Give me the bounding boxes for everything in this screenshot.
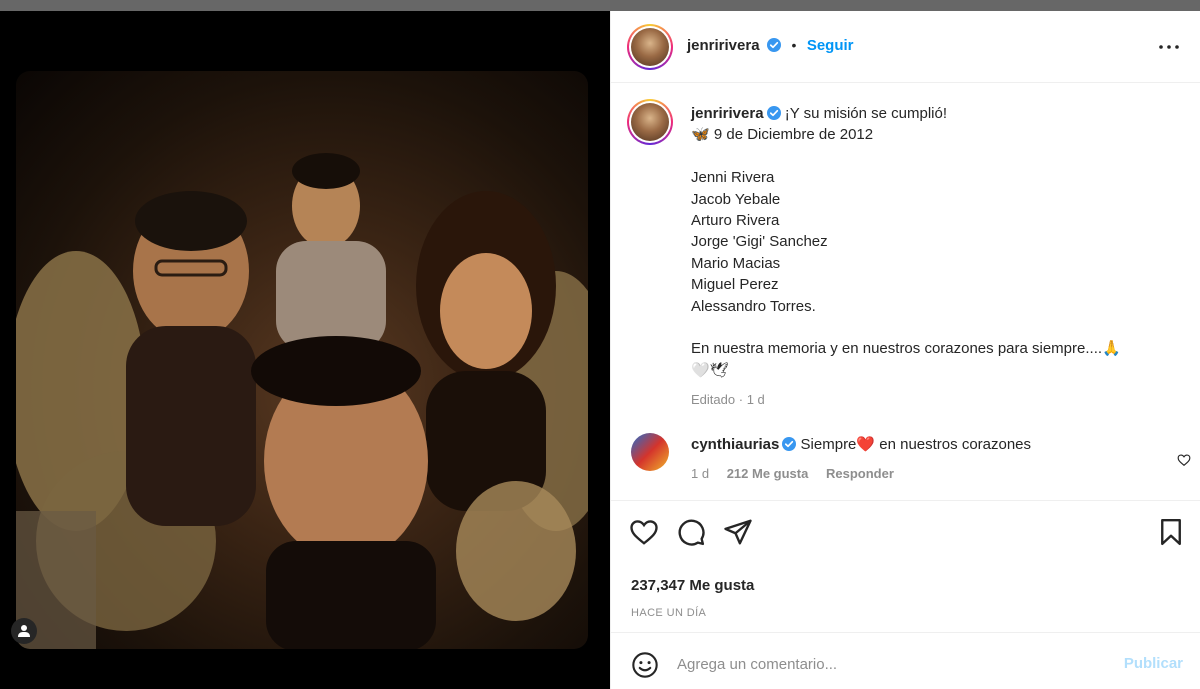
save-bookmark-icon[interactable] [1156,517,1186,547]
heart-emoji-icon: ❤️ [856,436,876,453]
person-icon [18,625,30,637]
caption-line-1: 🦋 9 de Diciembre de 2012 [691,126,874,144]
comment-likes[interactable]: 212 Me gusta [727,466,809,481]
caption-text: jenririvera ¡Y su misión se cumplió! 🦋 9… [691,103,1191,411]
emoji-icon[interactable] [631,651,659,679]
post-time[interactable]: HACE UN DÍA [631,607,706,619]
comment-bubble-icon[interactable] [676,517,706,547]
author-avatar[interactable] [627,24,673,70]
caption-line-3: Jenni Rivera [691,169,775,187]
follow-button[interactable]: Seguir [807,37,854,54]
post-panel: jenririvera • Seguir jenririvera ¡Y su m… [610,11,1200,689]
post-photo [16,71,588,649]
post-header: jenririvera • Seguir [611,11,1200,83]
comment-age[interactable]: 1 d [691,466,709,481]
reply-button[interactable]: Responder [826,466,894,481]
likes-count[interactable]: 237,347 Me gusta [631,577,754,594]
caption-line-0: jenririvera ¡Y su misión se cumplió! [691,103,1191,124]
edited-label: Editado [691,392,736,408]
comment-like-icon[interactable] [1177,453,1191,467]
verified-badge-icon [782,437,797,451]
caption-line-11: En nuestra memoria y en nuestros corazon… [691,340,1121,358]
photo-illustration [16,153,588,649]
verified-badge-icon [767,38,781,52]
caption-meta: Editado · 1 d [691,389,1191,410]
comment-text: cynthiaurias Siempre❤️ en nuestros coraz… [691,435,1031,453]
meta-dot: · [738,392,744,408]
caption-line-6: Jorge 'Gigi' Sanchez [691,233,828,251]
comment-meta: 1 d 212 Me gusta Responder [691,466,908,481]
publish-button[interactable]: Publicar [1124,655,1183,672]
commenter-username[interactable]: cynthiaurias [691,436,779,453]
caption-line-7: Mario Macias [691,254,781,272]
author-username[interactable]: jenririvera [687,37,760,54]
caption-line-9: Alessandro Torres. [691,297,816,315]
more-options-icon[interactable] [1157,35,1181,59]
post-actions: 237,347 Me gusta HACE UN DÍA [611,500,1200,632]
post-media[interactable] [0,11,610,689]
comment-body-b: en nuestros corazones [879,436,1032,453]
browser-top-strip [0,0,1200,11]
caption-line-2 [691,146,1191,167]
caption-author-username[interactable]: jenririvera [691,105,764,122]
like-heart-icon[interactable] [629,517,659,547]
header-separator: • [791,37,797,53]
share-send-icon[interactable] [723,517,753,547]
caption-age[interactable]: 1 d [747,392,765,407]
comment-body-a: Siempre [800,436,857,453]
caption-line-10 [691,317,1191,338]
caption-line-8: Miguel Perez [691,276,779,294]
tagged-user-icon[interactable] [11,618,37,644]
caption-line-5: Arturo Rivera [691,212,780,230]
header-user-row: jenririvera • Seguir [687,37,854,55]
caption-author-avatar[interactable] [627,99,673,145]
verified-badge-icon [766,106,781,120]
commenter-avatar[interactable] [631,433,669,471]
caption-line-0-text: ¡Y su misión se cumplió! [784,105,948,122]
caption-line-4: Jacob Yebale [691,190,781,208]
comment-composer: Publicar [611,632,1200,689]
caption-line-12: 🤍🕊 [691,361,729,379]
comment-input[interactable] [677,651,1097,677]
